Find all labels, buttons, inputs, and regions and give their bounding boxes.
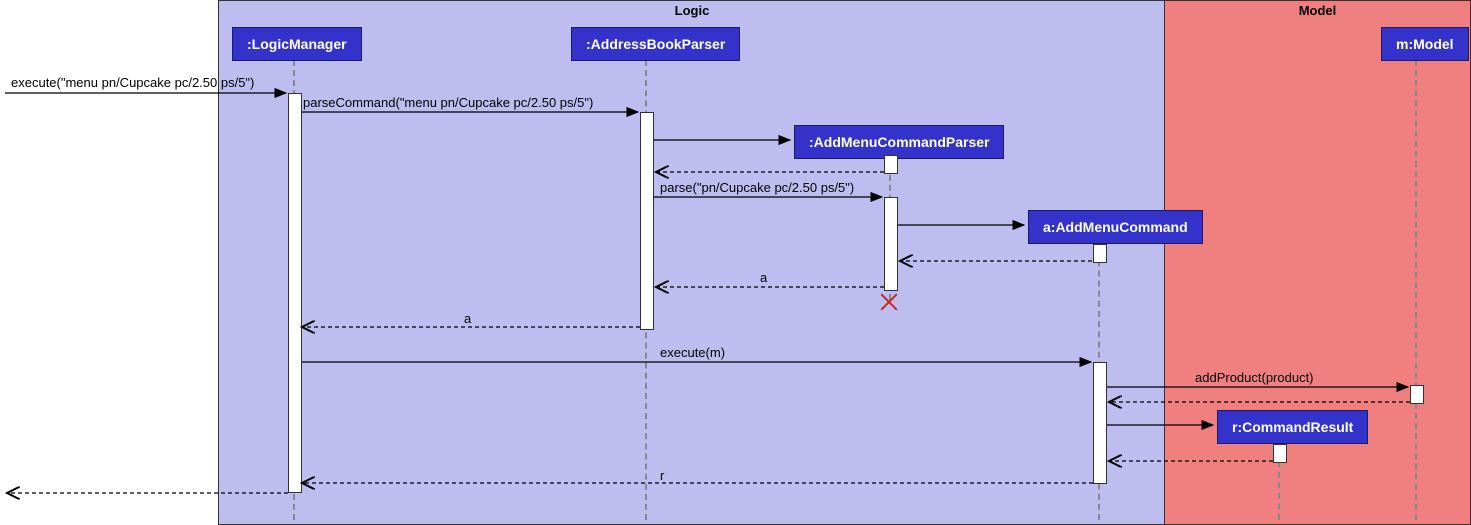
activation-result [1273, 444, 1287, 463]
label-parse-call: parse("pn/Cupcake pc/2.50 ps/5") [660, 180, 854, 195]
label-execute-call: execute("menu pn/Cupcake pc/2.50 ps/5") [11, 75, 254, 90]
sequence-diagram: Logic Model :LogicManager :AddressBookPa… [0, 0, 1471, 525]
lifeline-model [1415, 60, 1417, 520]
label-return-a: a [760, 270, 767, 285]
activation-parser-1 [884, 155, 898, 174]
activation-logic-manager [288, 93, 302, 493]
label-return-a2: a [464, 311, 471, 326]
participant-command-result: r:CommandResult [1217, 410, 1368, 444]
label-execute-m: execute(m) [660, 345, 725, 360]
frame-model-label: Model [1291, 1, 1345, 20]
activation-cmd-2 [1093, 362, 1107, 484]
participant-add-menu-command: a:AddMenuCommand [1028, 210, 1203, 244]
label-return-r: r [660, 468, 664, 483]
frame-logic: Logic [218, 0, 1166, 525]
destroy-parser [878, 290, 900, 312]
activation-cmd-1 [1093, 244, 1107, 263]
label-add-product: addProduct(product) [1195, 370, 1314, 385]
participant-logic-manager: :LogicManager [232, 27, 362, 61]
activation-parser-2 [884, 197, 898, 291]
activation-model [1410, 385, 1424, 404]
frame-logic-label: Logic [667, 1, 718, 20]
participant-model: m:Model [1381, 27, 1469, 61]
participant-add-menu-command-parser: :AddMenuCommandParser [794, 125, 1004, 159]
frame-model: Model [1164, 0, 1471, 525]
label-parse-command: parseCommand("menu pn/Cupcake pc/2.50 ps… [303, 95, 593, 110]
activation-address-book-parser [640, 112, 654, 330]
participant-address-book-parser: :AddressBookParser [571, 27, 740, 61]
